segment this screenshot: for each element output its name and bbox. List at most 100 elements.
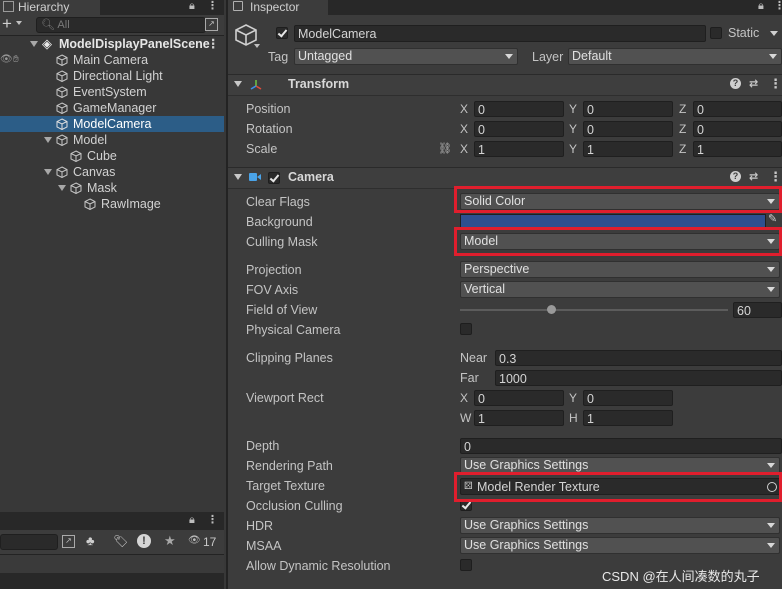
layer-dropdown[interactable]: Default bbox=[568, 48, 782, 65]
hierarchy-item-event-system[interactable]: EventSystem bbox=[0, 84, 224, 100]
axis-z-label: Z bbox=[679, 102, 687, 116]
help-icon[interactable]: ? bbox=[730, 171, 741, 182]
position-y-field[interactable]: 0 bbox=[583, 101, 673, 117]
lock-icon[interactable]: 🔒︎ bbox=[189, 0, 195, 13]
far-plane-field[interactable]: 1000 bbox=[495, 370, 782, 386]
filter-by-type-icon[interactable]: ♣ bbox=[86, 533, 95, 548]
rotation-x-field[interactable]: 0 bbox=[474, 121, 564, 137]
hierarchy-search-input[interactable]: 🔍︎ All bbox=[36, 17, 206, 33]
scene-more-icon[interactable]: ⋮ bbox=[207, 36, 220, 52]
hidden-packages-count: 17 bbox=[203, 535, 217, 549]
component-more-icon[interactable]: ⋮ bbox=[769, 169, 782, 185]
foldout-arrow-icon[interactable] bbox=[234, 174, 242, 180]
active-checkbox[interactable] bbox=[276, 27, 288, 39]
hierarchy-item-canvas[interactable]: Canvas bbox=[0, 164, 224, 180]
scene-search-icon[interactable]: ↗ bbox=[205, 18, 218, 31]
add-dropdown-arrow-icon[interactable] bbox=[16, 21, 22, 25]
hierarchy-item-model[interactable]: Model bbox=[0, 132, 224, 148]
fov-value-field[interactable]: 60 bbox=[733, 302, 782, 318]
hierarchy-item-game-manager[interactable]: GameManager bbox=[0, 100, 224, 116]
projection-dropdown[interactable]: Perspective bbox=[460, 261, 780, 278]
hierarchy-item-label: ModelCamera bbox=[73, 117, 152, 131]
camera-header[interactable]: Camera ? ⇄ ⋮ bbox=[228, 167, 782, 189]
transform-header[interactable]: Transform ? ⇄ ⋮ bbox=[228, 74, 782, 96]
foldout-arrow-icon[interactable] bbox=[234, 81, 242, 87]
component-more-icon[interactable]: ⋮ bbox=[769, 76, 782, 92]
favorite-star-icon[interactable]: ★ bbox=[164, 533, 176, 549]
hierarchy-item-label: Mask bbox=[87, 181, 117, 195]
position-x-field[interactable]: 0 bbox=[474, 101, 564, 117]
tag-value: Untagged bbox=[298, 49, 353, 63]
viewport-x-label: X bbox=[460, 391, 469, 405]
scale-x-field[interactable]: 1 bbox=[474, 141, 564, 157]
add-button[interactable]: + bbox=[2, 14, 12, 34]
filter-by-label-icon[interactable]: 🏷︎ bbox=[113, 534, 128, 548]
lock-icon[interactable]: 🔒︎ bbox=[189, 514, 195, 527]
tag-dropdown[interactable]: Untagged bbox=[294, 48, 518, 65]
static-checkbox[interactable] bbox=[710, 27, 722, 39]
target-texture-field[interactable]: ⚄ Model Render Texture bbox=[460, 478, 782, 495]
hierarchy-item-model-camera[interactable]: ModelCamera bbox=[0, 116, 224, 132]
expand-arrow-icon[interactable] bbox=[44, 169, 52, 175]
viewport-y-field[interactable]: 0 bbox=[583, 390, 673, 406]
position-z-field[interactable]: 0 bbox=[693, 101, 782, 117]
expand-arrow-icon[interactable] bbox=[58, 185, 66, 191]
hdr-dropdown[interactable]: Use Graphics Settings bbox=[460, 517, 780, 534]
constrain-proportions-link-icon[interactable]: ⛓︎ bbox=[438, 142, 452, 155]
inspector-tab[interactable]: Inspector bbox=[228, 0, 328, 15]
fov-axis-dropdown[interactable]: Vertical bbox=[460, 281, 780, 298]
hierarchy-item-mask[interactable]: Mask bbox=[0, 180, 224, 196]
hierarchy-tab[interactable]: Hierarchy bbox=[0, 0, 100, 15]
fov-slider-thumb[interactable] bbox=[547, 305, 557, 314]
msaa-dropdown[interactable]: Use Graphics Settings bbox=[460, 537, 780, 554]
scene-root-row[interactable]: ◈ ModelDisplayPanelScene ⋮ bbox=[0, 36, 224, 52]
hierarchy-item-directional-light[interactable]: Directional Light bbox=[0, 68, 224, 84]
inspector-tab-label: Inspector bbox=[250, 0, 300, 14]
pickable-hand-icon[interactable]: ✋︎ bbox=[13, 52, 19, 68]
info-icon[interactable]: ! bbox=[137, 534, 151, 548]
camera-enabled-checkbox[interactable] bbox=[268, 172, 280, 184]
depth-field[interactable]: 0 bbox=[460, 438, 782, 454]
rotation-y-field[interactable]: 0 bbox=[583, 121, 673, 137]
projection-label: Projection bbox=[246, 263, 302, 277]
static-dropdown-arrow-icon[interactable] bbox=[770, 31, 778, 36]
help-icon[interactable]: ? bbox=[730, 78, 741, 89]
expand-arrow-icon[interactable] bbox=[44, 137, 52, 143]
allow-dynamic-resolution-checkbox[interactable] bbox=[460, 559, 472, 571]
presets-sliders-icon[interactable]: ⇄ bbox=[749, 170, 758, 183]
rotation-z-field[interactable]: 0 bbox=[693, 121, 782, 137]
object-picker-icon[interactable] bbox=[767, 482, 777, 492]
rendering-path-dropdown[interactable]: Use Graphics Settings bbox=[460, 457, 780, 474]
clear-flags-dropdown[interactable]: Solid Color bbox=[460, 193, 780, 210]
lock-icon[interactable]: 🔒︎ bbox=[758, 0, 764, 13]
more-options-icon[interactable]: ⋮ bbox=[207, 0, 218, 12]
scale-y-field[interactable]: 1 bbox=[583, 141, 673, 157]
physical-camera-checkbox[interactable] bbox=[460, 323, 472, 335]
fov-axis-label: FOV Axis bbox=[246, 283, 299, 297]
occlusion-culling-checkbox[interactable] bbox=[460, 499, 472, 511]
fov-slider-track[interactable] bbox=[460, 309, 728, 311]
presets-sliders-icon[interactable]: ⇄ bbox=[749, 77, 758, 90]
viewport-h-field[interactable]: 1 bbox=[583, 410, 673, 426]
project-search-input[interactable] bbox=[0, 534, 58, 550]
eyedropper-icon[interactable]: ✎ bbox=[768, 212, 777, 225]
visibility-eye-icon[interactable]: 👁︎ bbox=[0, 52, 13, 68]
hierarchy-item-main-camera[interactable]: 👁︎ ✋︎ Main Camera bbox=[0, 52, 224, 68]
scale-z-field[interactable]: 1 bbox=[693, 141, 782, 157]
gameobject-cube-icon bbox=[56, 54, 68, 66]
more-options-icon[interactable]: ⋮ bbox=[207, 513, 218, 526]
more-options-icon[interactable]: ⋮ bbox=[774, 0, 782, 12]
culling-mask-dropdown[interactable]: Model bbox=[460, 233, 780, 250]
viewport-w-field[interactable]: 1 bbox=[474, 410, 564, 426]
background-color-swatch[interactable] bbox=[460, 214, 766, 229]
icon-dropdown-arrow-icon[interactable] bbox=[254, 44, 260, 48]
expand-arrow-icon[interactable] bbox=[30, 41, 38, 47]
near-plane-field[interactable]: 0.3 bbox=[495, 350, 782, 366]
hierarchy-item-cube[interactable]: Cube bbox=[0, 148, 224, 164]
viewport-x-field[interactable]: 0 bbox=[474, 390, 564, 406]
axis-x-label: X bbox=[460, 102, 469, 116]
hierarchy-item-raw-image[interactable]: RawImage bbox=[0, 196, 224, 212]
search-by-type-icon[interactable]: ↗ bbox=[62, 535, 75, 548]
object-name-field[interactable]: ModelCamera bbox=[294, 25, 706, 42]
viewport-y-label: Y bbox=[569, 391, 578, 405]
